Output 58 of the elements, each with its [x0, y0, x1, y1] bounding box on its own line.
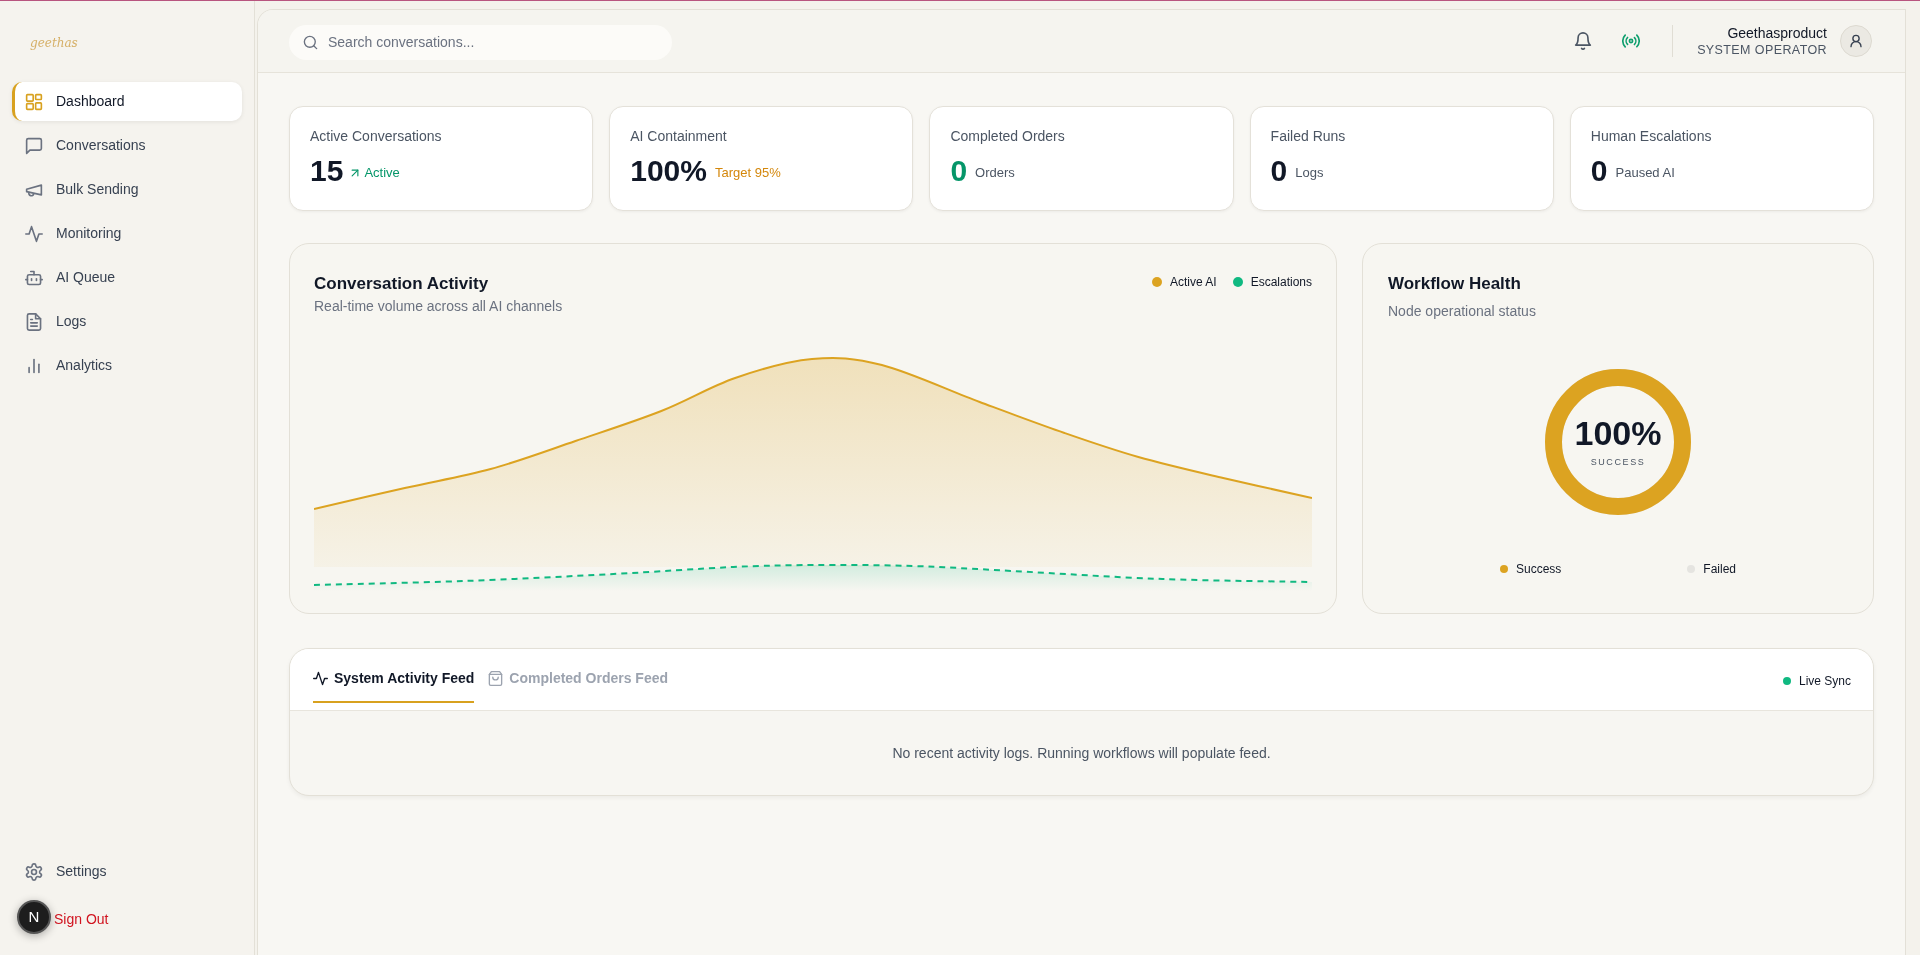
- robot-icon: [25, 268, 43, 287]
- legend-label: Escalations: [1250, 274, 1312, 291]
- stat-label: AI Containment: [630, 128, 728, 145]
- sidebar-item[interactable]: Dashboard: [12, 82, 242, 121]
- chart-title: Conversation Activity: [314, 273, 490, 295]
- avatar-icon[interactable]: [1840, 25, 1872, 57]
- stat-note: Paused AI: [1615, 164, 1675, 183]
- stat-value: 15: [310, 153, 344, 189]
- sidebar-item[interactable]: AI Queue: [12, 258, 242, 297]
- stat-label: Active Conversations: [310, 128, 443, 145]
- document-icon: [25, 312, 43, 331]
- stat-value: 0: [1270, 153, 1288, 189]
- sidebar-item[interactable]: Analytics: [12, 346, 242, 385]
- card-subtitle: Node operational status: [1388, 303, 1537, 320]
- chat-bubble-icon: [25, 136, 43, 155]
- signal-waves-icon[interactable]: [1622, 32, 1641, 50]
- dashboard-grid-icon: [25, 92, 43, 111]
- sign-out-link[interactable]: Sign Out: [54, 900, 242, 939]
- stat-label: Failed Runs: [1270, 128, 1347, 145]
- brand-logo: geethas: [30, 35, 78, 52]
- empty-feed-message: No recent activity logs. Running workflows will populate feed.: [892, 743, 1271, 763]
- bar-chart-icon: [25, 356, 43, 375]
- stat-label: Completed Orders: [950, 128, 1066, 145]
- dev-tools-button[interactable]: N: [17, 900, 51, 934]
- health-caption: SUCCESS: [1590, 456, 1646, 470]
- search-input[interactable]: Search conversations...: [328, 31, 658, 53]
- arrow-up-right-icon: [351, 169, 360, 177]
- stat-label: Human Escalations: [1590, 128, 1713, 145]
- settings-icon: [25, 862, 43, 881]
- pulse-line-icon: [313, 671, 328, 686]
- pulse-line-icon: [25, 224, 43, 243]
- legend-label: Active AI: [1169, 274, 1217, 291]
- user-name: Geethasproduct: [1726, 24, 1827, 42]
- stat-value: 100%: [630, 153, 707, 189]
- settings-link[interactable]: Settings: [12, 852, 242, 891]
- shopping-bag-icon: [488, 671, 504, 686]
- legend-label: Success: [1516, 561, 1562, 578]
- live-status-label: Live Sync: [1798, 673, 1851, 690]
- stat-note: Active: [364, 164, 400, 183]
- health-percentage: 100%: [1574, 414, 1662, 453]
- sidebar-item[interactable]: Logs: [12, 302, 242, 341]
- card-title: Workflow Health: [1388, 273, 1522, 295]
- stat-note: Target 95%: [714, 164, 781, 183]
- legend-label: Failed: [1703, 561, 1736, 578]
- live-status-dot: [1782, 677, 1791, 685]
- sidebar-item[interactable]: Monitoring: [12, 214, 242, 253]
- feed-tab[interactable]: System Activity Feed: [313, 649, 475, 703]
- chart-subtitle: Real-time volume across all AI channels: [314, 298, 563, 315]
- stat-note: Orders: [975, 164, 1015, 183]
- stat-note: Logs: [1295, 164, 1324, 183]
- search-icon: [303, 34, 318, 50]
- sidebar-item[interactable]: Bulk Sending: [12, 170, 242, 209]
- stat-value: 0: [950, 153, 968, 189]
- stat-value: 0: [1590, 153, 1608, 189]
- notification-bell-icon[interactable]: [1574, 32, 1593, 50]
- sidebar-item[interactable]: Conversations: [12, 126, 242, 165]
- user-role: SYSTEM OPERATOR: [1697, 41, 1827, 58]
- search-field[interactable]: Search conversations...: [289, 24, 672, 60]
